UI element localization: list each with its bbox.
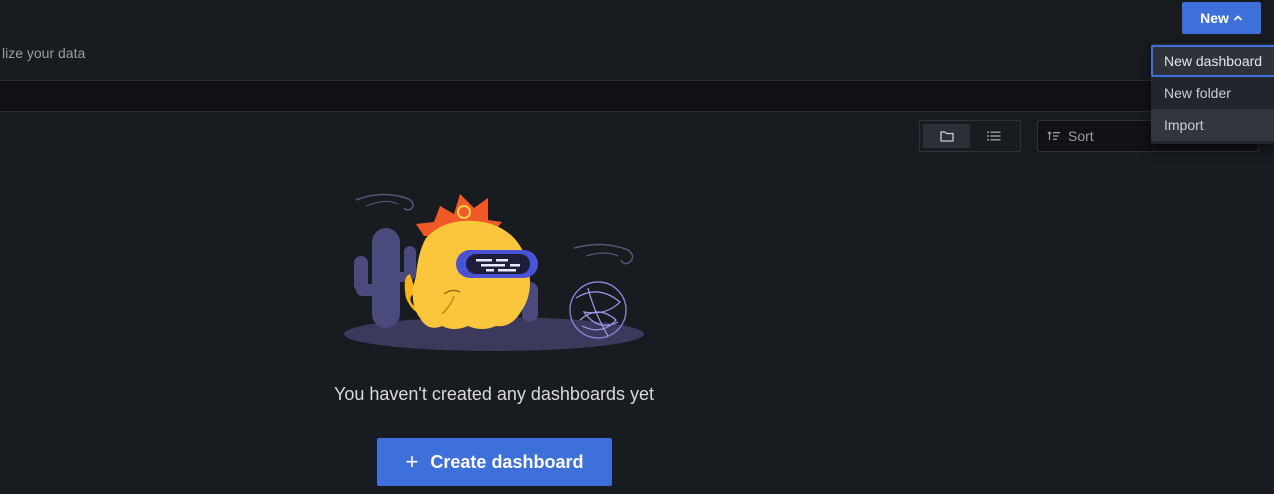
- sort-label: Sort: [1068, 128, 1094, 144]
- empty-state-message: You haven't created any dashboards yet: [333, 384, 654, 404]
- new-dropdown-menu: New dashboard New folder Import: [1151, 43, 1274, 144]
- tab-bar-divider: [0, 111, 1274, 112]
- tab-bar: [0, 81, 1274, 111]
- folder-view-button[interactable]: [923, 124, 970, 148]
- new-button[interactable]: New: [1182, 2, 1261, 34]
- list-view-button[interactable]: [970, 124, 1017, 148]
- create-dashboard-label: Create dashboard: [430, 451, 584, 472]
- page-subtitle: lize your data: [2, 45, 86, 61]
- dashboards-page: lize your data New Sort You haven't crea…: [0, 0, 1274, 494]
- chevron-up-icon: [1234, 15, 1242, 21]
- folder-icon: [939, 131, 954, 142]
- empty-state-illustration: [344, 193, 644, 351]
- menu-item-new-folder[interactable]: New folder: [1151, 77, 1274, 109]
- create-dashboard-button[interactable]: + Create dashboard: [377, 438, 612, 486]
- menu-item-import[interactable]: Import: [1151, 109, 1274, 141]
- sort-icon: [1047, 131, 1060, 140]
- new-button-label: New: [1200, 10, 1229, 26]
- list-icon: [986, 131, 1000, 141]
- menu-item-new-dashboard[interactable]: New dashboard: [1151, 45, 1274, 77]
- view-toggle: [919, 120, 1021, 152]
- plus-icon: +: [405, 449, 419, 474]
